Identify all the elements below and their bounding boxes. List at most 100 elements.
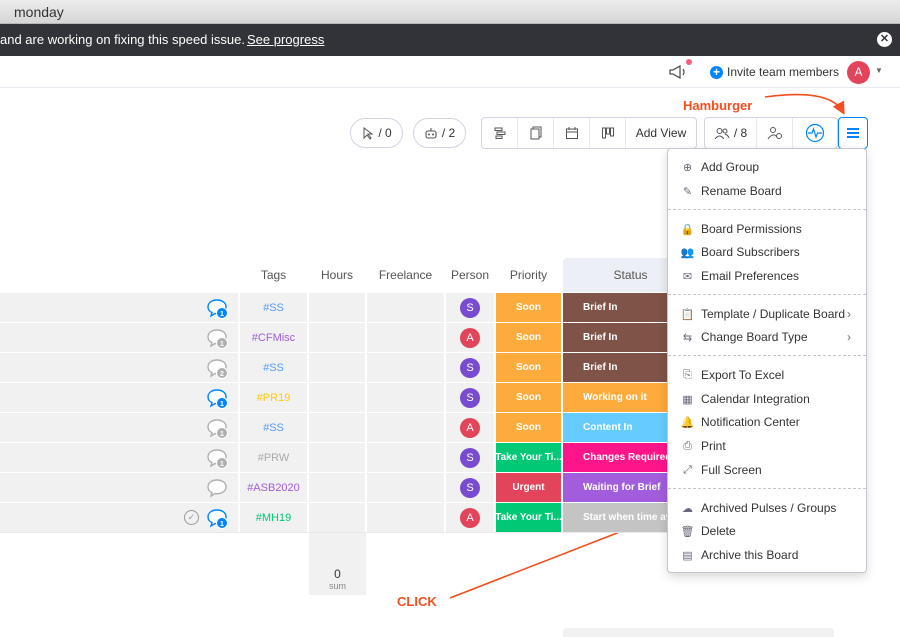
status-cell[interactable]: Brief In <box>563 293 673 322</box>
menu-item-board-permissions[interactable]: 🔒 Board Permissions <box>668 218 866 240</box>
person-cell[interactable]: S <box>446 353 494 382</box>
freelance-cell[interactable] <box>367 473 444 502</box>
freelance-cell[interactable] <box>367 383 444 412</box>
person-cell[interactable]: S <box>446 443 494 472</box>
chat-bubble-icon[interactable]: 1 <box>206 507 228 529</box>
status-cell[interactable]: Brief In <box>563 323 673 352</box>
col-header-freelance[interactable]: Freelance <box>367 268 444 282</box>
see-progress-link[interactable]: See progress <box>247 32 324 47</box>
item-name-cell[interactable] <box>0 503 238 532</box>
table-row[interactable]: ✓ 1 #MH19 A Take Your Ti... Start when t… <box>0 503 673 532</box>
tag-cell[interactable]: #SS <box>240 353 307 382</box>
hours-cell[interactable] <box>309 383 365 412</box>
status-cell[interactable]: Changes Required <box>563 443 673 472</box>
status-cell[interactable]: Start when time av... <box>563 503 673 532</box>
status-cell[interactable]: Content In <box>563 413 673 442</box>
item-name-cell[interactable] <box>0 443 238 472</box>
hours-cell[interactable] <box>309 413 365 442</box>
menu-item-archived-pulses-groups[interactable]: ☁ Archived Pulses / Groups <box>668 497 866 519</box>
chat-bubble-icon[interactable]: 1 <box>206 447 228 469</box>
menu-item-calendar-integration[interactable]: ▦ Calendar Integration <box>668 388 866 410</box>
item-name-cell[interactable] <box>0 353 238 382</box>
priority-cell[interactable]: Soon <box>496 293 561 322</box>
hours-cell[interactable] <box>309 353 365 382</box>
tag-cell[interactable]: #SS <box>240 413 307 442</box>
menu-item-print[interactable]: ⎙ Print <box>668 435 866 457</box>
item-name-cell[interactable] <box>0 413 238 442</box>
integrations-button[interactable] <box>757 118 793 148</box>
status-cell[interactable]: Waiting for Brief <box>563 473 673 502</box>
freelance-cell[interactable] <box>367 503 444 532</box>
chat-bubble-icon[interactable]: 1 <box>206 297 228 319</box>
table-row[interactable]: 1 #SS A Soon Content In <box>0 413 673 442</box>
priority-cell[interactable]: Take Your Ti... <box>496 503 561 532</box>
item-name-cell[interactable] <box>0 293 238 322</box>
menu-item-template-duplicate-board[interactable]: 📋 Template / Duplicate Board › <box>668 303 866 325</box>
freelance-cell[interactable] <box>367 353 444 382</box>
table-row[interactable]: 1 #PRW S Take Your Ti... Changes Require… <box>0 443 673 472</box>
files-view-button[interactable] <box>518 118 554 148</box>
person-cell[interactable]: S <box>446 293 494 322</box>
tag-cell[interactable]: #SS <box>240 293 307 322</box>
freelance-cell[interactable] <box>367 443 444 472</box>
tag-cell[interactable]: #MH19 <box>240 503 307 532</box>
tag-cell[interactable]: #PR19 <box>240 383 307 412</box>
menu-item-archive-this-board[interactable]: ▤ Archive this Board <box>668 544 866 566</box>
item-name-cell[interactable] <box>0 473 238 502</box>
menu-item-change-board-type[interactable]: ⇆ Change Board Type › <box>668 326 866 348</box>
status-cell[interactable]: Working on it <box>563 383 673 412</box>
chat-bubble-icon[interactable] <box>206 477 228 499</box>
chat-bubble-icon[interactable]: 1 <box>206 387 228 409</box>
chat-bubble-icon[interactable]: 1 <box>206 417 228 439</box>
table-row[interactable]: 1 #CFMisc A Soon Brief In <box>0 323 673 352</box>
col-header-tags[interactable]: Tags <box>240 268 307 282</box>
tag-cell[interactable]: #PRW <box>240 443 307 472</box>
menu-item-delete[interactable]: 🗑 Delete <box>668 520 866 542</box>
user-avatar[interactable]: A <box>847 61 870 84</box>
priority-cell[interactable]: Soon <box>496 413 561 442</box>
chat-bubble-icon[interactable]: 2 <box>206 357 228 379</box>
automations-button[interactable]: / 2 <box>413 118 466 148</box>
add-view-button[interactable]: Add View <box>626 118 696 148</box>
priority-cell[interactable]: Soon <box>496 383 561 412</box>
kanban-view-button[interactable] <box>590 118 626 148</box>
hours-cell[interactable] <box>309 473 365 502</box>
hours-cell[interactable] <box>309 443 365 472</box>
table-row[interactable]: #ASB2020 S Urgent Waiting for Brief <box>0 473 673 502</box>
menu-item-rename-board[interactable]: ✎ Rename Board <box>668 180 866 202</box>
menu-item-export-to-excel[interactable]: ⎘ Export To Excel <box>668 364 866 386</box>
col-header-person[interactable]: Person <box>446 268 494 282</box>
menu-item-board-subscribers[interactable]: 👥 Board Subscribers <box>668 241 866 263</box>
menu-item-add-group[interactable]: ⊕ Add Group <box>668 156 866 178</box>
freelance-cell[interactable] <box>367 293 444 322</box>
person-cell[interactable]: A <box>446 413 494 442</box>
priority-cell[interactable]: Soon <box>496 353 561 382</box>
invite-team-button[interactable]: + Invite team members <box>710 65 839 79</box>
person-cell[interactable]: A <box>446 503 494 532</box>
timeline-view-button[interactable] <box>482 118 518 148</box>
hours-cell[interactable] <box>309 503 365 532</box>
banner-close-icon[interactable]: ✕ <box>877 32 892 47</box>
check-circle-icon[interactable]: ✓ <box>184 510 199 525</box>
chat-bubble-icon[interactable]: 1 <box>206 327 228 349</box>
menu-item-full-screen[interactable]: ⤢ Full Screen <box>668 459 866 481</box>
freelance-cell[interactable] <box>367 323 444 352</box>
priority-cell[interactable]: Soon <box>496 323 561 352</box>
hamburger-menu-button[interactable] <box>838 117 868 149</box>
freelance-cell[interactable] <box>367 413 444 442</box>
activity-pulse-button[interactable] <box>793 118 837 148</box>
col-header-hours[interactable]: Hours <box>309 268 365 282</box>
tag-cell[interactable]: #ASB2020 <box>240 473 307 502</box>
person-cell[interactable]: S <box>446 383 494 412</box>
col-header-priority[interactable]: Priority <box>496 268 561 282</box>
activity-button[interactable]: / 0 <box>350 118 403 148</box>
caret-down-icon[interactable]: ▼ <box>875 66 883 75</box>
person-cell[interactable]: S <box>446 473 494 502</box>
table-row[interactable]: 1 #SS S Soon Brief In <box>0 293 673 322</box>
megaphone-icon[interactable] <box>668 63 688 81</box>
priority-cell[interactable]: Urgent <box>496 473 561 502</box>
hours-cell[interactable] <box>309 323 365 352</box>
table-row[interactable]: 1 #PR19 S Soon Working on it <box>0 383 673 412</box>
item-name-cell[interactable] <box>0 383 238 412</box>
menu-item-email-preferences[interactable]: ✉ Email Preferences <box>668 265 866 287</box>
